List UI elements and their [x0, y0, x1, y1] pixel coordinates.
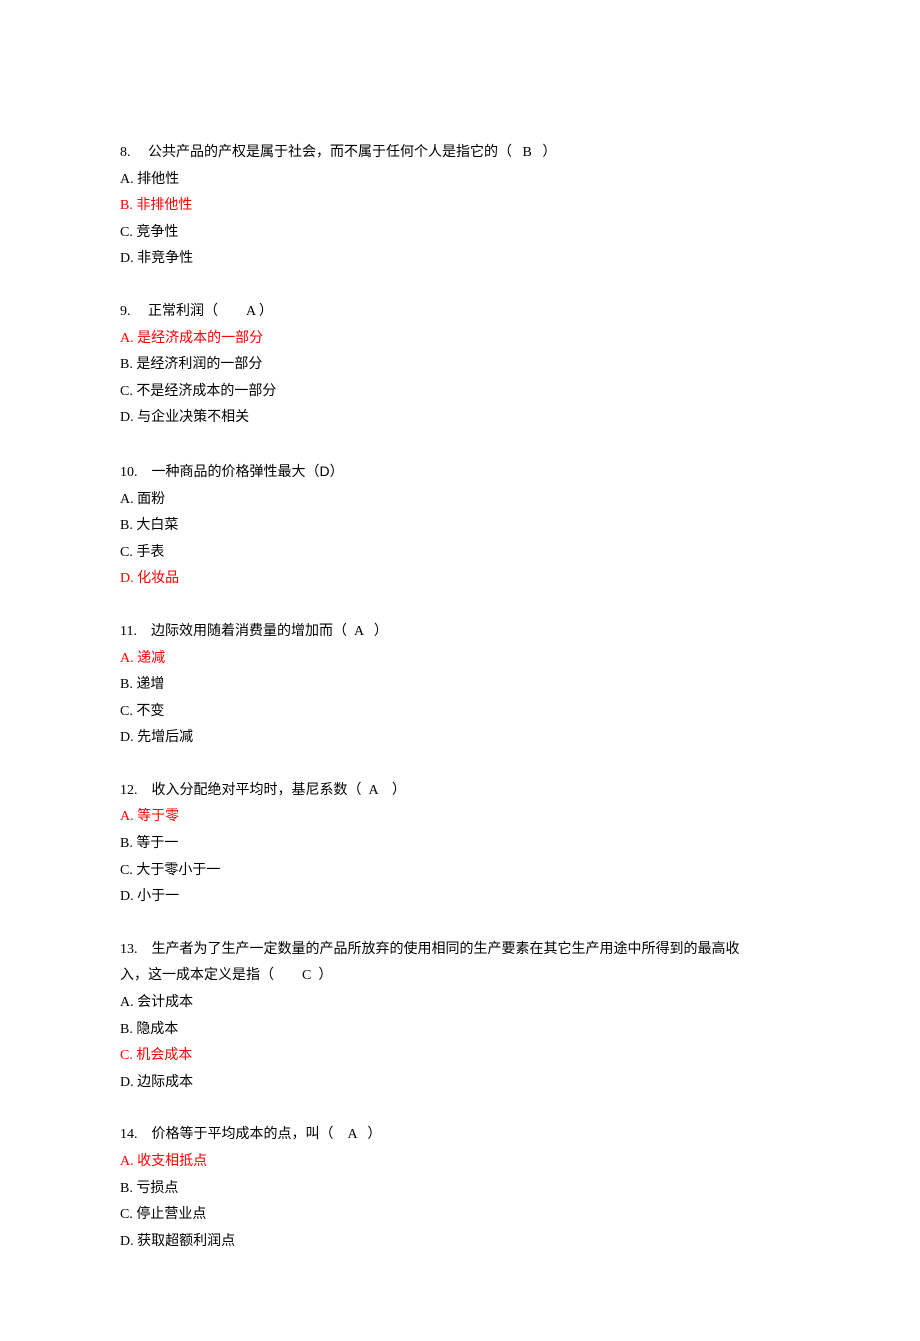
q-text-pre: 生产者为了生产一定数量的产品所放弃的使用相同的生产要素在其它生产用途中所得到的最…	[152, 942, 740, 957]
question-stem: 10. 一种商品的价格弹性最大（D）	[120, 458, 800, 487]
q-answer: A	[354, 624, 363, 639]
option-d: D. 先增后减	[120, 725, 800, 752]
q-text-post: ）	[318, 968, 332, 983]
q-text-pre: 公共产品的产权是属于社会，而不属于任何个人是指它的（	[148, 145, 512, 160]
question-11: 11. 边际效用随着消费量的增加而（ A ） A. 递减 B. 递增 C. 不变…	[120, 619, 800, 752]
option-b: B. 大白菜	[120, 513, 800, 540]
q-num: 9.	[120, 304, 131, 319]
question-stem-line2: 入，这一成本定义是指（ C ）	[120, 963, 800, 990]
q-num: 10.	[120, 465, 138, 480]
q-answer: D	[320, 463, 330, 479]
option-c: C. 竞争性	[120, 220, 800, 247]
option-d: D. 与企业决策不相关	[120, 405, 800, 432]
question-12: 12. 收入分配绝对平均时，基尼系数（ A ） A. 等于零 B. 等于一 C.…	[120, 778, 800, 911]
question-9: 9. 正常利润（ A ） A. 是经济成本的一部分 B. 是经济利润的一部分 C…	[120, 299, 800, 432]
question-8: 8. 公共产品的产权是属于社会，而不属于任何个人是指它的（ B ） A. 排他性…	[120, 140, 800, 273]
q-text-post: ）	[330, 465, 344, 480]
option-a: A. 等于零	[120, 804, 800, 831]
q-num: 8.	[120, 145, 131, 160]
question-stem: 8. 公共产品的产权是属于社会，而不属于任何个人是指它的（ B ）	[120, 140, 800, 167]
option-c: C. 停止营业点	[120, 1202, 800, 1229]
q-text-post: ）	[374, 624, 388, 639]
option-d: D. 化妆品	[120, 566, 800, 593]
q-answer: A	[246, 304, 255, 319]
q-text-pre: 边际效用随着消费量的增加而（	[151, 624, 347, 639]
option-d: D. 边际成本	[120, 1070, 800, 1097]
q-text-post: ）	[392, 783, 406, 798]
q-answer: A	[369, 783, 378, 798]
option-c: C. 不变	[120, 699, 800, 726]
question-14: 14. 价格等于平均成本的点，叫（ A ） A. 收支相抵点 B. 亏损点 C.…	[120, 1122, 800, 1255]
q-text-pre: 一种商品的价格弹性最大（	[152, 465, 320, 480]
question-stem: 11. 边际效用随着消费量的增加而（ A ）	[120, 619, 800, 646]
question-13: 13. 生产者为了生产一定数量的产品所放弃的使用相同的生产要素在其它生产用途中所…	[120, 937, 800, 1097]
q-answer: B	[523, 145, 532, 160]
option-d: D. 小于一	[120, 884, 800, 911]
q-num: 12.	[120, 783, 138, 798]
option-c: C. 手表	[120, 540, 800, 567]
option-b: B. 非排他性	[120, 193, 800, 220]
option-c: C. 机会成本	[120, 1043, 800, 1070]
option-c: C. 不是经济成本的一部分	[120, 379, 800, 406]
q-answer: C	[302, 968, 311, 983]
q-text-pre: 正常利润（	[148, 304, 218, 319]
q-text-post: ）	[259, 304, 273, 319]
option-a: A. 递减	[120, 646, 800, 673]
question-stem: 12. 收入分配绝对平均时，基尼系数（ A ）	[120, 778, 800, 805]
option-b: B. 等于一	[120, 831, 800, 858]
q-num: 11.	[120, 624, 137, 639]
q-text-pre: 收入分配绝对平均时，基尼系数（	[152, 783, 362, 798]
option-a: A. 排他性	[120, 167, 800, 194]
question-stem: 13. 生产者为了生产一定数量的产品所放弃的使用相同的生产要素在其它生产用途中所…	[120, 937, 800, 964]
question-stem: 9. 正常利润（ A ）	[120, 299, 800, 326]
option-a: A. 收支相抵点	[120, 1149, 800, 1176]
q-text-post: ）	[367, 1127, 381, 1142]
q-answer: A	[348, 1127, 357, 1142]
question-stem: 14. 价格等于平均成本的点，叫（ A ）	[120, 1122, 800, 1149]
option-a: A. 面粉	[120, 487, 800, 514]
option-b: B. 隐成本	[120, 1017, 800, 1044]
option-b: B. 递增	[120, 672, 800, 699]
option-c: C. 大于零小于一	[120, 858, 800, 885]
option-a: A. 会计成本	[120, 990, 800, 1017]
q-num: 14.	[120, 1127, 138, 1142]
option-b: B. 是经济利润的一部分	[120, 352, 800, 379]
q-num: 13.	[120, 942, 138, 957]
option-d: D. 非竞争性	[120, 246, 800, 273]
option-b: B. 亏损点	[120, 1176, 800, 1203]
question-10: 10. 一种商品的价格弹性最大（D） A. 面粉 B. 大白菜 C. 手表 D.…	[120, 458, 800, 593]
q-text-pre: 价格等于平均成本的点，叫（	[152, 1127, 334, 1142]
q-text-line2: 入，这一成本定义是指（	[120, 968, 274, 983]
option-d: D. 获取超额利润点	[120, 1229, 800, 1256]
option-a: A. 是经济成本的一部分	[120, 326, 800, 353]
document-page: 8. 公共产品的产权是属于社会，而不属于任何个人是指它的（ B ） A. 排他性…	[0, 0, 920, 1341]
q-text-post: ）	[542, 145, 556, 160]
